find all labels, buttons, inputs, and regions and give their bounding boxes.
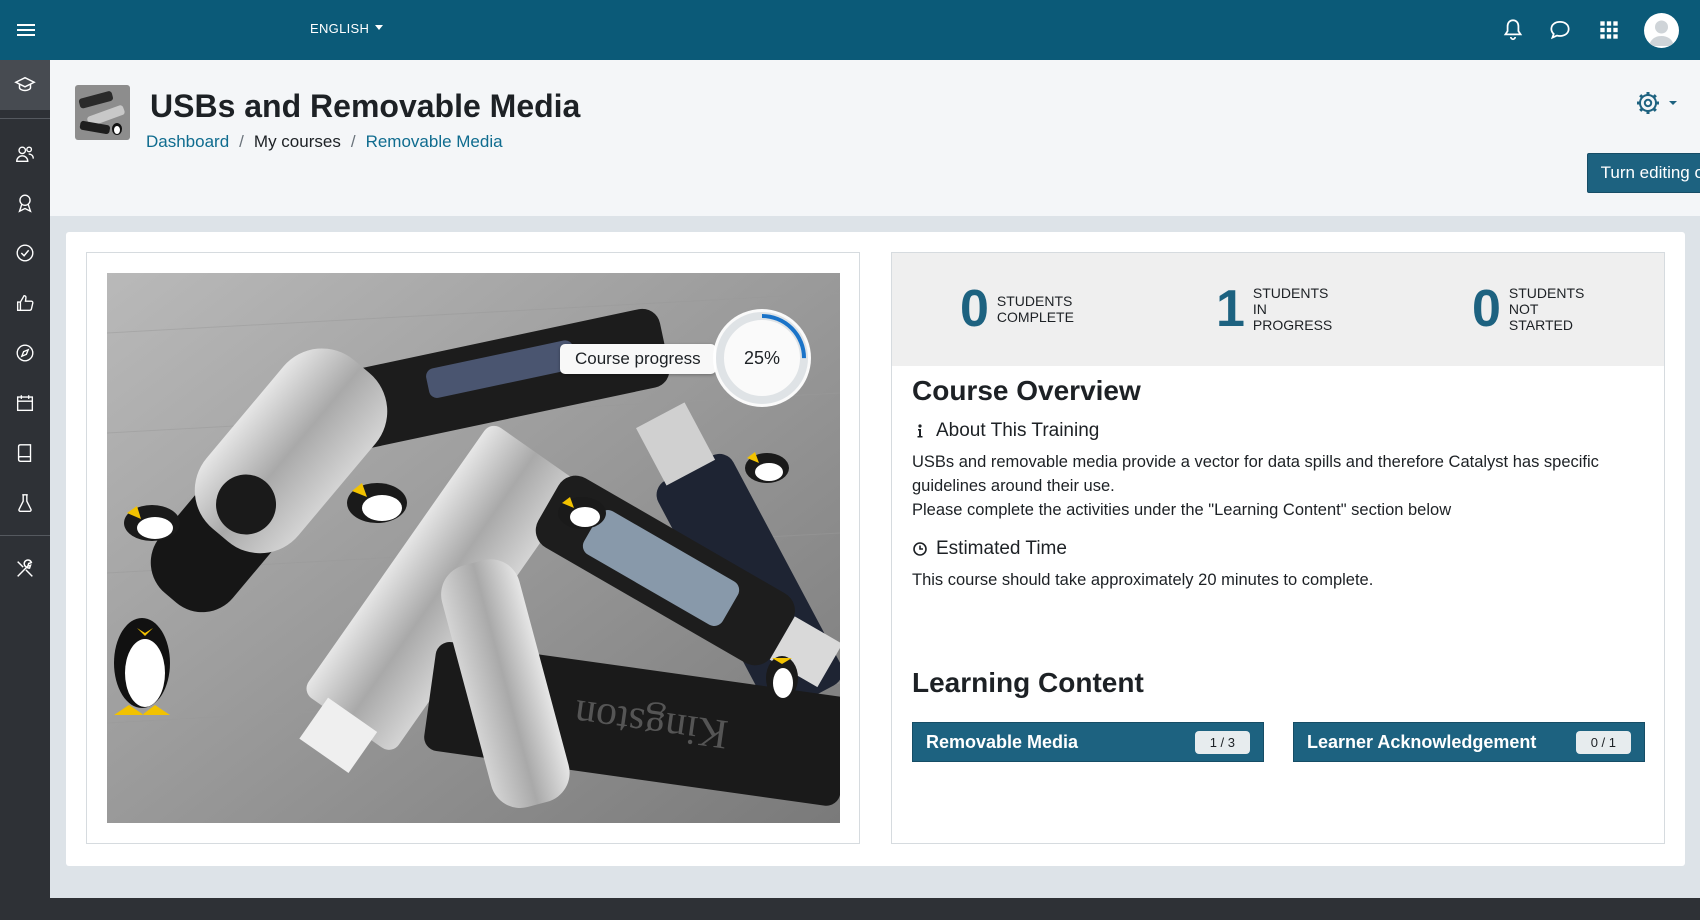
estimated-time-label: Estimated Time (936, 538, 1067, 559)
breadcrumb-separator: / (239, 132, 244, 151)
rail-item-feedback[interactable] (0, 278, 50, 328)
stat-label-line: STUDENTS (1508, 285, 1585, 301)
course-progress-label: Course progress (560, 344, 716, 374)
course-image-panel: Kingston Course progress 25% (86, 252, 860, 844)
learning-item-progress-badge: 0 / 1 (1575, 730, 1631, 754)
stat-label-line: PROGRESS (1252, 317, 1333, 333)
stat-label-line: NOT (1508, 301, 1539, 317)
penguin-sticker (558, 497, 606, 529)
penguin-sticker (347, 483, 407, 523)
language-label: ENGLISH (310, 21, 370, 36)
chevron-down-icon (375, 25, 384, 30)
stat-label-line: STUDENTS (1252, 285, 1329, 301)
rail-item-courses[interactable] (0, 60, 50, 110)
flask-icon (18, 494, 32, 512)
learning-item-progress-badge: 1 / 3 (1194, 730, 1250, 754)
book-icon (17, 444, 32, 462)
badge-icon (18, 194, 32, 213)
user-silhouette-icon (1649, 20, 1674, 46)
learning-item-learner-acknowledgement[interactable]: Learner Acknowledgement 0 / 1 (1293, 722, 1645, 762)
stat-students-in-progress: 1 STUDENTS IN PROGRESS (1216, 283, 1332, 335)
users-icon (16, 146, 34, 163)
breadcrumb-my-courses: My courses (253, 132, 341, 151)
stat-label-line: STUDENTS (996, 293, 1073, 309)
stat-number: 0 (960, 280, 989, 338)
course-settings-gear-icon[interactable] (1635, 88, 1685, 118)
rail-item-library[interactable] (0, 428, 50, 478)
course-hero-image: Kingston Course progress 25% (107, 273, 840, 823)
stat-students-complete: 0 STUDENTS COMPLETE (960, 283, 1074, 335)
thumbs-up-icon (16, 294, 34, 312)
graduation-cap-icon (14, 76, 36, 92)
about-training-text: USBs and removable media provide a vecto… (912, 453, 1599, 495)
breadcrumb: Dashboard / My courses / Removable Media (146, 132, 503, 152)
penguin-sticker (124, 505, 180, 541)
clock-icon (913, 542, 927, 556)
page-title: USBs and Removable Media (150, 88, 581, 124)
calendar-icon (16, 395, 34, 412)
about-training-heading: About This Training (912, 420, 1099, 442)
page-footer (50, 898, 1700, 920)
stat-number: 1 (1216, 280, 1245, 338)
learning-content-title: Learning Content (912, 667, 1144, 698)
breadcrumb-separator: / (350, 132, 356, 151)
penguin-sticker (766, 656, 798, 700)
stat-label-line: STARTED (1508, 317, 1573, 333)
stat-number: 0 (1472, 280, 1501, 338)
rail-divider (0, 118, 50, 119)
stat-label: STUDENTS NOT STARTED (1509, 285, 1584, 333)
rail-item-admin[interactable] (0, 544, 50, 594)
breadcrumb-dashboard[interactable]: Dashboard (146, 132, 229, 152)
rail-divider (0, 535, 50, 536)
course-thumbnail (75, 85, 130, 140)
stat-label-line: IN (1252, 301, 1267, 317)
estimated-time-text: This course should take approximately 20… (912, 571, 1374, 589)
breadcrumb-current-course[interactable]: Removable Media (366, 132, 503, 152)
course-main-card: Kingston Course progress 25% 0 STUDENTS … (66, 232, 1685, 866)
stat-label: STUDENTS COMPLETE (997, 293, 1074, 325)
language-menu[interactable]: ENGLISH (310, 21, 384, 36)
bell-icon[interactable] (1500, 17, 1526, 43)
estimated-time-heading: Estimated Time (912, 538, 1067, 560)
stat-label-line: COMPLETE (996, 309, 1074, 325)
rail-item-completion[interactable] (0, 228, 50, 278)
stat-label: STUDENTS IN PROGRESS (1253, 285, 1332, 333)
top-navbar: ENGLISH (0, 0, 1700, 60)
student-stats-bar: 0 STUDENTS COMPLETE 1 STUDENTS IN PROGRE… (892, 253, 1664, 366)
compass-icon (16, 344, 34, 362)
tools-icon (17, 559, 33, 577)
rail-item-badges[interactable] (0, 178, 50, 228)
about-training-instruction: Please complete the activities under the… (912, 501, 1452, 519)
course-overview-title: Course Overview (912, 375, 1141, 406)
usb-thumbnail-image (75, 85, 130, 140)
user-avatar[interactable] (1644, 13, 1679, 48)
menu-icon[interactable] (14, 18, 38, 42)
rail-item-explore[interactable] (0, 328, 50, 378)
chat-icon[interactable] (1547, 17, 1573, 43)
learning-item-label: Learner Acknowledgement (1307, 731, 1537, 752)
check-circle-icon (16, 244, 34, 262)
left-nav-rail (0, 60, 50, 920)
page-header: USBs and Removable Media Dashboard / My … (50, 60, 1700, 216)
stat-students-not-started: 0 STUDENTS NOT STARTED (1472, 283, 1584, 335)
course-progress-percent: 25% (743, 347, 781, 368)
rail-item-lab[interactable] (0, 478, 50, 528)
apps-grid-icon[interactable] (1596, 17, 1622, 43)
rail-item-users[interactable] (0, 129, 50, 179)
learning-item-label: Removable Media (926, 731, 1079, 752)
learning-item-removable-media[interactable]: Removable Media 1 / 3 (912, 722, 1264, 762)
rail-item-calendar[interactable] (0, 378, 50, 428)
course-info-panel: 0 STUDENTS COMPLETE 1 STUDENTS IN PROGRE… (891, 252, 1665, 844)
turn-editing-on-button[interactable]: Turn editing on (1587, 153, 1700, 193)
info-icon (917, 424, 923, 438)
about-training-label: About This Training (936, 420, 1100, 441)
